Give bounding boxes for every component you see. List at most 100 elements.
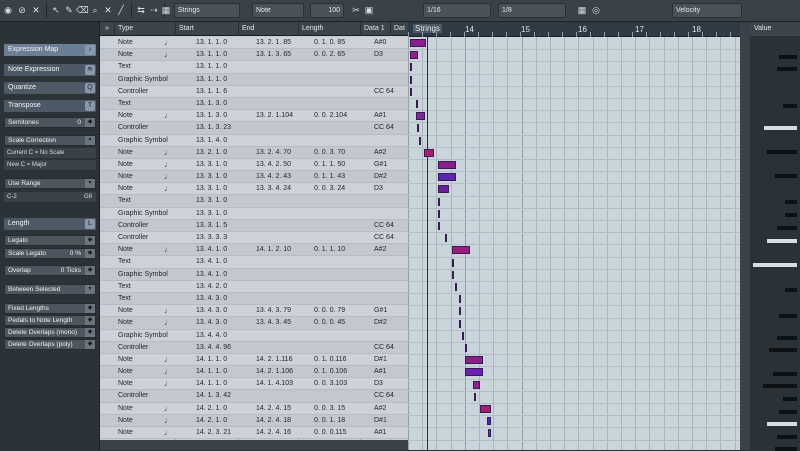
table-row[interactable]: Graphic Symbol 13. 1. 4. 0: [100, 134, 408, 147]
table-row[interactable]: Text 13. 3. 1. 0: [100, 195, 408, 208]
table-row[interactable]: Graphic Symbol 13. 4. 4. 0: [100, 329, 408, 342]
semitones-field[interactable]: Semitones 0 ◆: [4, 117, 96, 128]
note-event[interactable]: [438, 185, 449, 194]
velocity-bar[interactable]: [777, 435, 797, 439]
note-event[interactable]: [438, 209, 440, 218]
column-length[interactable]: Length: [302, 22, 323, 36]
velocity-bar[interactable]: [767, 422, 797, 426]
note-event[interactable]: [487, 417, 491, 426]
transpose-section[interactable]: Transpose T: [4, 100, 96, 112]
table-row[interactable]: Note ♩ 14. 1. 1. 0 14. 2. 1.106 0. 1. 0.106 A…: [100, 366, 408, 379]
colors-icon[interactable]: ▦: [576, 4, 588, 17]
table-row[interactable]: Note ♩ 13. 2. 1. 0 13. 2. 4. 70 0. 0. 3. 70 A…: [100, 146, 408, 159]
autoscroll-sync-icon[interactable]: ⇢: [148, 4, 160, 17]
note-grid[interactable]: Strings 14 15 16 17 18: [408, 22, 740, 450]
pencil-icon[interactable]: ✎: [63, 4, 75, 17]
table-row[interactable]: Graphic Symbol 13. 3. 1. 0: [100, 207, 408, 220]
velocity-bar[interactable]: [777, 67, 797, 71]
velocity-bar[interactable]: [777, 226, 797, 230]
table-row[interactable]: Text 13. 1. 1. 0: [100, 61, 408, 74]
note-event[interactable]: [438, 161, 456, 169]
range-row[interactable]: C-2 G8: [4, 192, 96, 202]
overlap-field[interactable]: Overlap 0 Ticks ◆: [4, 265, 96, 276]
velocity-bar[interactable]: [773, 372, 797, 376]
table-row[interactable]: Note ♩ 13. 4. 1. 0 14. 1. 2. 10 0. 1. 1. 10 A…: [100, 244, 408, 257]
table-row[interactable]: Controller 13. 3. 3. 3 CC 64: [100, 232, 408, 245]
new-scale-row[interactable]: New C = Major: [4, 160, 96, 170]
note-event[interactable]: [452, 270, 454, 279]
track-select[interactable]: Strings: [174, 3, 240, 18]
delete-overlaps-mono-button[interactable]: Delete Overlaps (mono) ◆: [4, 327, 96, 338]
table-row[interactable]: Text 13. 4. 2. 0: [100, 280, 408, 293]
table-row[interactable]: Controller 13. 4. 4. 96 CC 64: [100, 341, 408, 354]
table-row[interactable]: Note ♩ 13. 1. 3. 0 13. 2. 1.104 0. 0. 2.104 A…: [100, 110, 408, 123]
controller-lane-select[interactable]: Velocity: [672, 3, 742, 18]
table-row[interactable]: Controller 13. 1. 1. 6 CC 64: [100, 85, 408, 98]
note-event[interactable]: [480, 405, 491, 413]
current-scale-row[interactable]: Current C = No Scale: [4, 148, 96, 158]
insert-velocity-icon[interactable]: ▦: [160, 4, 172, 17]
acoustic-feedback-icon[interactable]: ◎: [590, 4, 602, 17]
note-event[interactable]: [459, 307, 461, 316]
table-row[interactable]: Note ♩ 13. 1. 1. 0 13. 1. 3. 65 0. 0. 2. 65 D…: [100, 49, 408, 62]
autoscroll-icon[interactable]: ⇆: [135, 4, 147, 17]
note-expression-section[interactable]: Note Expression ≋: [4, 64, 96, 76]
scale-legato-field[interactable]: Scale Legato 0 % ◆: [4, 248, 96, 259]
scale-correction-select[interactable]: Scale Correction ▾: [4, 135, 96, 146]
quantize-select[interactable]: 1/16: [423, 3, 491, 18]
velocity-bar[interactable]: [767, 150, 797, 154]
table-row[interactable]: Note ♩ 13. 3. 1. 0 13. 4. 2. 43 0. 1. 1. 43 D…: [100, 171, 408, 184]
event-type-select[interactable]: Note: [252, 3, 304, 18]
vertical-scrollbar[interactable]: [740, 22, 750, 450]
note-event[interactable]: [488, 429, 491, 438]
velocity-bar[interactable]: [753, 263, 797, 267]
note-event[interactable]: [410, 39, 426, 47]
snap-icon[interactable]: ✂: [350, 4, 362, 17]
note-event[interactable]: [452, 246, 470, 255]
note-event[interactable]: [410, 87, 412, 96]
velocity-bar[interactable]: [767, 239, 797, 243]
table-row[interactable]: Note ♩ 13. 1. 1. 0 13. 2. 1. 85 0. 1. 0. 85 A…: [100, 37, 408, 50]
table-row[interactable]: Text 13. 4. 1. 0: [100, 256, 408, 269]
table-row[interactable]: Controller 13. 1. 3. 23 CC 64: [100, 122, 408, 135]
note-event[interactable]: [417, 124, 419, 133]
table-row[interactable]: Controller 14. 1. 3. 42 CC 64: [100, 390, 408, 403]
arrow-icon[interactable]: ↖: [50, 4, 62, 17]
table-row[interactable]: Note ♩ 13. 4. 3. 0 13. 4. 3. 79 0. 0. 0. 79 G…: [100, 305, 408, 318]
column-type[interactable]: Type: [118, 22, 133, 36]
mute-tool-icon[interactable]: ✕: [102, 4, 114, 17]
note-event[interactable]: [462, 331, 464, 340]
note-event[interactable]: [416, 100, 418, 108]
velocity-bar[interactable]: [785, 213, 797, 217]
listen-icon[interactable]: ✕: [30, 4, 42, 17]
note-event[interactable]: [465, 356, 483, 365]
note-event[interactable]: [459, 319, 461, 328]
note-event[interactable]: [473, 380, 480, 389]
note-event[interactable]: [416, 112, 425, 121]
note-event[interactable]: [410, 51, 418, 60]
table-row[interactable]: Text 13. 1. 3. 0: [100, 97, 408, 111]
fixed-lengths-button[interactable]: Fixed Lengths ◆: [4, 303, 96, 314]
velocity-bar[interactable]: [779, 55, 797, 59]
note-event[interactable]: [419, 136, 421, 145]
note-event[interactable]: [438, 197, 440, 206]
note-event[interactable]: [455, 283, 457, 291]
table-row[interactable]: Note ♩ 14. 2. 3. 21 14. 2. 4. 16 0. 0. 0.115…: [100, 427, 408, 440]
table-row[interactable]: Note ♩ 14. 1. 1. 0 14. 1. 4.103 0. 0. 3.103 D…: [100, 378, 408, 391]
solo-icon[interactable]: ◉: [2, 4, 14, 17]
note-event[interactable]: [410, 63, 412, 72]
timeline-ruler[interactable]: Strings 14 15 16 17 18: [408, 22, 740, 37]
velocity-bar[interactable]: [769, 348, 797, 352]
horizontal-scrollbar[interactable]: [100, 440, 408, 450]
table-row[interactable]: Graphic Symbol 13. 1. 1. 0: [100, 73, 408, 86]
table-row[interactable]: Text 13. 4. 3. 0: [100, 292, 408, 306]
table-row[interactable]: Note ♩ 13. 4. 3. 0 13. 4. 3. 45 0. 0. 0. 45 D…: [100, 317, 408, 330]
eraser-icon[interactable]: ⌫: [76, 4, 89, 17]
list-header-expand-icon[interactable]: »: [105, 22, 109, 36]
value-lane[interactable]: Value: [750, 22, 800, 451]
zoom-icon[interactable]: ⌕: [89, 4, 101, 17]
note-event[interactable]: [438, 173, 456, 182]
note-event[interactable]: [424, 148, 434, 157]
velocity-field[interactable]: 100: [310, 3, 344, 18]
velocity-bar[interactable]: [775, 447, 797, 451]
